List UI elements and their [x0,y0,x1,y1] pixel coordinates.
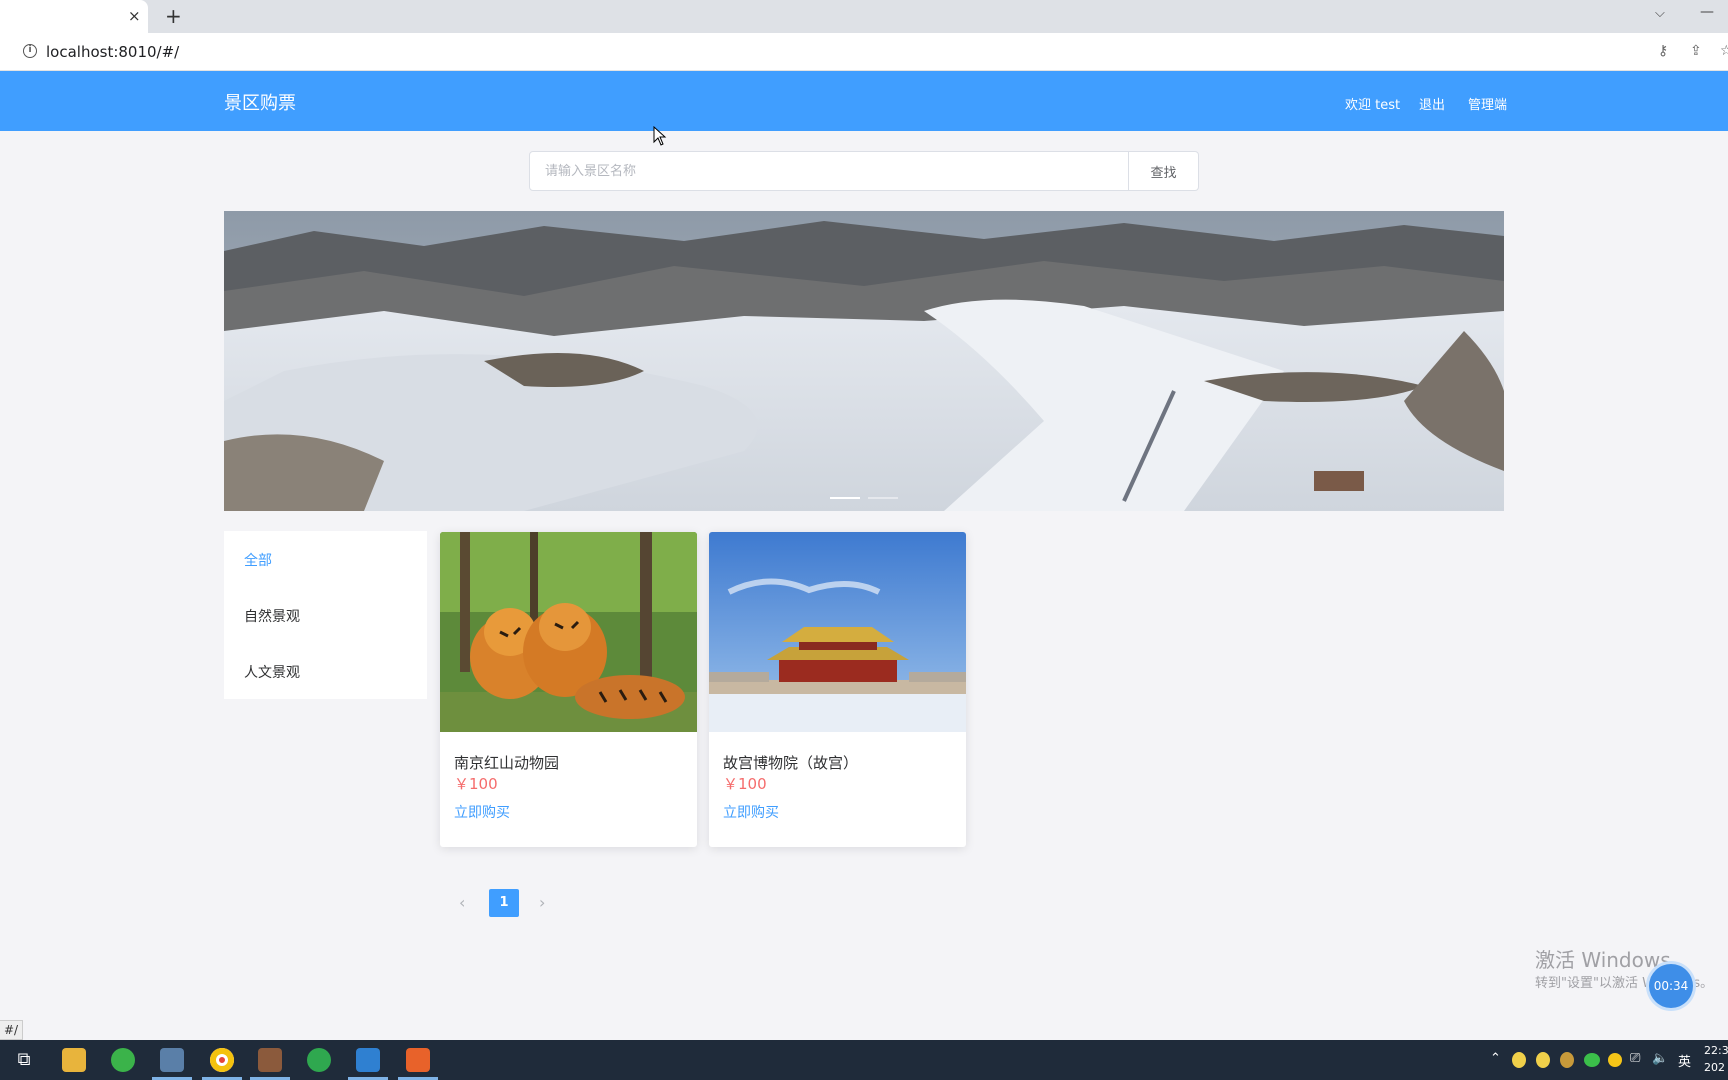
url-text[interactable]: localhost:8010/#/ [46,43,179,61]
carousel-indicator-2[interactable] [868,497,898,499]
vscode-icon[interactable] [356,1048,380,1072]
category-all[interactable]: 全部 [244,550,272,570]
site-info-icon[interactable]: i [23,44,37,58]
tray-app-icon[interactable] [1560,1052,1574,1068]
qq-icon-2[interactable] [1536,1052,1550,1068]
category-culture[interactable]: 人文景观 [244,662,300,682]
category-nature[interactable]: 自然景观 [244,606,300,626]
chrome-icon[interactable] [210,1048,234,1072]
recorder-app-icon[interactable] [406,1048,430,1072]
banner-carousel[interactable] [224,211,1504,511]
app-header: 景区购票 欢迎 test 退出 管理端 [0,71,1728,131]
pagination-page-1[interactable]: 1 [489,889,519,917]
mouse-cursor-icon [653,126,667,146]
status-bar-url: #/ [0,1020,24,1040]
new-tab-icon[interactable]: + [165,4,182,28]
clock-date: 202 [1704,1061,1725,1074]
navicat-icon[interactable] [307,1048,331,1072]
card-price: ￥100 [454,775,498,793]
file-explorer-icon[interactable] [62,1048,86,1072]
search-input[interactable] [529,151,1129,191]
tray-clock[interactable]: 22:3 202 [1704,1042,1728,1076]
address-bar: i localhost:8010/#/ ⚷ ⇪ ☆ [0,33,1728,71]
tab-close-icon[interactable]: × [128,7,141,25]
card-title: 南京红山动物园 [454,754,560,772]
bookmark-star-icon[interactable]: ☆ [1720,43,1728,59]
buy-now-link[interactable]: 立即购买 [723,802,779,822]
browser-360-icon[interactable] [111,1048,135,1072]
scenic-card-forbidden-city[interactable]: 故宫博物院（故宫） ￥100 立即购买 [709,532,966,847]
network-icon[interactable]: ⎚ [1630,1051,1640,1066]
pagination-next-icon[interactable]: › [539,893,545,912]
card-price: ￥100 [723,775,767,793]
browser-tab-bar: × + ⌵ — [0,0,1728,33]
welcome-user-link[interactable]: 欢迎 test [1345,94,1400,113]
image-viewer-icon[interactable] [160,1048,184,1072]
ime-language[interactable]: 英 [1678,1051,1691,1070]
key-icon[interactable]: ⚷ [1658,43,1668,59]
minimize-window-icon[interactable]: — [1700,4,1714,20]
wechat-icon[interactable] [1584,1053,1600,1067]
clock-time: 22:3 [1704,1044,1728,1057]
carousel-indicator-1[interactable] [830,497,860,499]
volume-icon[interactable]: 🔈 [1652,1051,1668,1066]
buy-now-link[interactable]: 立即购买 [454,802,510,822]
admin-link[interactable]: 管理端 [1468,94,1507,113]
category-menu: 全部 自然景观 人文景观 [224,531,427,699]
brand-title[interactable]: 景区购票 [224,89,296,115]
tray-expand-icon[interactable]: ⌃ [1490,1051,1501,1066]
browser-tab[interactable]: × [0,0,148,33]
card-title: 故宫博物院（故宫） [723,754,859,772]
palace-image [709,532,966,732]
pagination-prev-icon[interactable]: ‹ [459,893,465,912]
share-icon[interactable]: ⇪ [1690,43,1702,59]
windows-activation-title: 激活 Windows [1535,948,1671,972]
tray-plus-icon[interactable] [1608,1053,1622,1067]
windows-taskbar: ⧉ ⌃ ⎚ 🔈 英 22:3 202 [0,1040,1728,1080]
tab-search-chevron-icon[interactable]: ⌵ [1655,6,1665,21]
qq-icon[interactable] [1512,1052,1526,1068]
scenic-card-hongshan-zoo[interactable]: 南京红山动物园 ￥100 立即购买 [440,532,697,847]
snow-mountain-image [224,211,1504,511]
task-view-icon[interactable]: ⧉ [12,1048,36,1072]
logout-link[interactable]: 退出 [1419,94,1445,113]
recording-timer[interactable]: 00:34 [1649,964,1693,1008]
search-button[interactable]: 查找 [1129,151,1199,191]
game-icon[interactable] [258,1048,282,1072]
tiger-image [440,532,697,732]
